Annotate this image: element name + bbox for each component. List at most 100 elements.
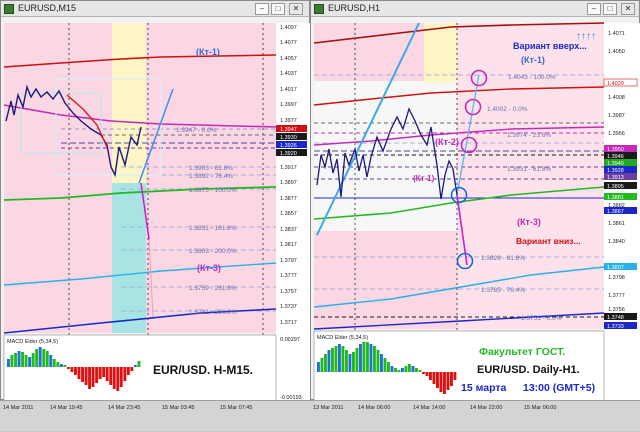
price-axis-label: 1.4050 [608, 49, 625, 55]
price-axis-label: 1.3861 [608, 221, 625, 227]
price-axis-label: 1.4097 [280, 25, 297, 31]
macd-bar [38, 347, 42, 367]
fibo-label: 1.3947 - 0.0% [176, 127, 217, 134]
macd-bar [84, 367, 88, 385]
macd-bar [418, 370, 422, 372]
price-axis-label: 1.3717 [280, 320, 297, 326]
price-axis-label: 1.3757 [280, 289, 297, 295]
price-axis-label: 1.3897 [280, 180, 297, 186]
macd-label: MACD Elder (5,34,5) [7, 339, 58, 345]
macd-bar [70, 367, 74, 372]
price-axis-label: 1.3877 [280, 196, 297, 202]
chart-canvas-m15[interactable]: (Кт-1) (Кт-3) 1.3947 - 0.0% 1.3903 - 61.… [1, 17, 311, 401]
chart-window-m15[interactable]: EURUSD,M15 – □ ✕ (Кт-1) (Кт-3) 1.3947 - … [0, 0, 311, 401]
maximize-button[interactable]: □ [603, 3, 617, 15]
macd-bar [119, 367, 123, 387]
fibo-label: 1.3875 - 100.0% [189, 187, 237, 194]
macd-bar [341, 346, 345, 372]
macd-bar [45, 351, 49, 367]
price-tag-text: 1.4029 [607, 81, 624, 87]
fibo-label: 1.3931 - 61.8% [507, 166, 551, 173]
session-highlight [424, 23, 457, 83]
close-button[interactable]: ✕ [289, 3, 303, 15]
macd-bar [116, 367, 120, 391]
macd-bar [425, 372, 429, 376]
fibo-label: 1.4043 - 100.0% [508, 74, 556, 81]
label-variant-down: Вариант вниз... [516, 236, 581, 246]
price-axis-label: 1.3777 [608, 293, 625, 299]
macd-bar [397, 370, 401, 372]
fibo-label: 1.3759 - 261.8% [189, 285, 237, 292]
macd-bar [390, 366, 394, 372]
macd-bar [345, 350, 348, 372]
macd-bar [450, 372, 453, 386]
macd-bar [331, 348, 334, 372]
minimize-button[interactable]: – [255, 3, 269, 15]
macd-bar [436, 372, 439, 388]
time-label: 13 Mar 2011 [313, 405, 343, 411]
macd-bar [88, 367, 91, 389]
price-axis-label: 1.3737 [280, 304, 297, 310]
macd-bar [49, 355, 53, 367]
macd-bar [17, 351, 21, 367]
macd-bar [31, 353, 35, 367]
chart-window-icon [314, 4, 324, 14]
close-button[interactable]: ✕ [621, 3, 635, 15]
label-kt2: (Кт-2) [435, 137, 459, 147]
macd-bar [453, 372, 457, 380]
price-axis-label: 1.4071 [608, 31, 625, 37]
window-titlebar-h1[interactable]: EURUSD,H1 – □ ✕ [311, 1, 639, 17]
macd-bar [137, 361, 141, 367]
price-axis-label: 1.3997 [280, 102, 297, 108]
price-tag-text: 1.3881 [607, 195, 624, 201]
price-axis-label: 1.4077 [280, 40, 297, 46]
price-axis-label: 1.3857 [280, 211, 297, 217]
price-tag-text: 1.3920 [280, 151, 297, 157]
time-label: 14 Mar 23:45 [108, 405, 140, 411]
fibo-label: 1.3803 - 200.0% [189, 248, 237, 255]
time-label: 14 Mar 06:00 [358, 405, 390, 411]
macd-bar [28, 357, 32, 367]
label-kt3: (Кт-3) [197, 263, 221, 273]
window-titlebar-m15[interactable]: EURUSD,M15 – □ ✕ [1, 1, 309, 17]
macd-bar [432, 372, 436, 384]
macd-bar [109, 367, 113, 385]
macd-bar [133, 365, 137, 367]
chart-window-h1[interactable]: EURUSD,H1 – □ ✕ Вариант вверх... ↑↑↑↑ (К… [310, 0, 640, 401]
macd-bar [394, 368, 397, 372]
macd-bar [369, 344, 373, 372]
minimize-button[interactable]: – [587, 3, 601, 15]
maximize-button[interactable]: □ [271, 3, 285, 15]
macd-bar [359, 344, 362, 372]
macd-bar [327, 350, 331, 372]
price-tag-text: 1.3913 [607, 175, 624, 181]
window-title-h1: EURUSD,H1 [328, 3, 381, 13]
price-axis-label: 1.3966 [608, 131, 625, 137]
macd-bar [95, 367, 99, 383]
label-date: 15 марта [461, 382, 506, 394]
label-kt1-low: (Кт-1) [413, 174, 435, 183]
macd-bar [373, 346, 376, 372]
macd-bar [102, 367, 106, 377]
macd-bar [42, 349, 46, 367]
time-label: 14 Mar 14:00 [413, 405, 445, 411]
chart-canvas-h1[interactable]: Вариант вверх... ↑↑↑↑ (Кт-1) (Кт-2) (Кт-… [311, 17, 640, 401]
price-axis-label: 1.4008 [608, 95, 625, 101]
macd-bar [126, 367, 130, 375]
fibo-label: 1.4002 - 0.0% [487, 106, 528, 113]
macd-bar [338, 344, 341, 372]
macd-bar [56, 362, 60, 367]
macd-bar [355, 348, 359, 372]
macd-bar [59, 364, 63, 367]
chart-window-icon [4, 4, 14, 14]
macd-bar [324, 354, 327, 372]
price-axis-label: 1.3777 [280, 273, 297, 279]
macd-bar [387, 362, 390, 372]
price-axis-label: 1.3840 [608, 239, 625, 245]
window-title-m15: EURUSD,M15 [18, 3, 77, 13]
label-kt3: (Кт-3) [517, 217, 541, 227]
time-label: 15 Mar 07:45 [220, 405, 252, 411]
macd-bar [383, 358, 387, 372]
projection-zone [457, 23, 604, 329]
chart-main-title: EUR/USD. H-M15. [153, 363, 253, 377]
